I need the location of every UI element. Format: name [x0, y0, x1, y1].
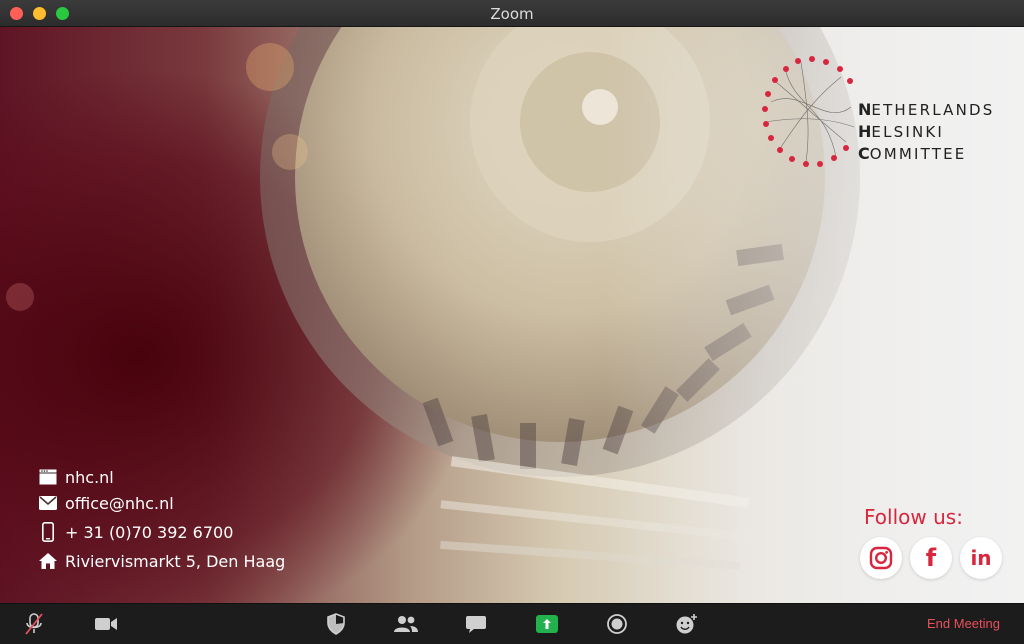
linkedin-icon: in: [970, 546, 992, 570]
video-area: NETHERLANDS HELSINKI COMMITTEE nhc.nl of…: [0, 27, 1024, 603]
contact-email: office@nhc.nl: [38, 493, 174, 513]
address-text: Riviervismarkt 5, Den Haag: [65, 551, 286, 571]
envelope-icon: [38, 493, 58, 513]
record-icon: [607, 614, 627, 634]
phone-text: + 31 (0)70 392 6700: [65, 522, 234, 542]
mute-button[interactable]: [20, 612, 48, 636]
meeting-toolbar: End Meeting: [0, 603, 1024, 644]
security-icon: [327, 613, 345, 635]
browser-icon: [38, 467, 58, 487]
logo-line-helsinki: HELSINKI: [858, 122, 945, 141]
contact-address: Riviervismarkt 5, Den Haag: [38, 551, 285, 571]
home-icon: [38, 551, 58, 571]
record-button[interactable]: [603, 612, 631, 636]
share-screen-icon: [536, 615, 558, 633]
logo-line-netherlands: NETHERLANDS: [858, 100, 995, 119]
participants-button[interactable]: [392, 612, 420, 636]
security-button[interactable]: [322, 612, 350, 636]
email-text: office@nhc.nl: [65, 493, 174, 513]
nhc-emblem-icon: [762, 56, 855, 167]
linkedin-button[interactable]: in: [960, 537, 1002, 579]
follow-us-label: Follow us:: [864, 505, 963, 529]
chat-button[interactable]: [462, 612, 490, 636]
nhc-logo-text: NETHERLANDS HELSINKI COMMITTEE: [858, 99, 994, 165]
video-button[interactable]: [92, 612, 120, 636]
instagram-icon: [869, 546, 893, 570]
chat-icon: [466, 616, 486, 633]
phone-icon: [38, 522, 58, 542]
nhc-logo: NETHERLANDS HELSINKI COMMITTEE: [756, 47, 1016, 177]
window-titlebar: Zoom: [0, 0, 1024, 27]
video-icon: [95, 618, 117, 630]
contact-website: nhc.nl: [38, 467, 114, 487]
contact-phone: + 31 (0)70 392 6700: [38, 522, 233, 542]
website-text: nhc.nl: [65, 467, 114, 487]
facebook-button[interactable]: f: [910, 537, 952, 579]
facebook-icon: f: [925, 544, 937, 572]
logo-line-committee: COMMITTEE: [858, 144, 967, 163]
window-title: Zoom: [490, 5, 534, 23]
mute-icon: [25, 613, 43, 635]
share-screen-button[interactable]: [533, 612, 561, 636]
end-meeting-button[interactable]: End Meeting: [927, 616, 1000, 631]
reactions-button[interactable]: [673, 612, 701, 636]
instagram-button[interactable]: [860, 537, 902, 579]
reactions-icon: [676, 614, 697, 634]
participants-icon: [394, 616, 418, 632]
